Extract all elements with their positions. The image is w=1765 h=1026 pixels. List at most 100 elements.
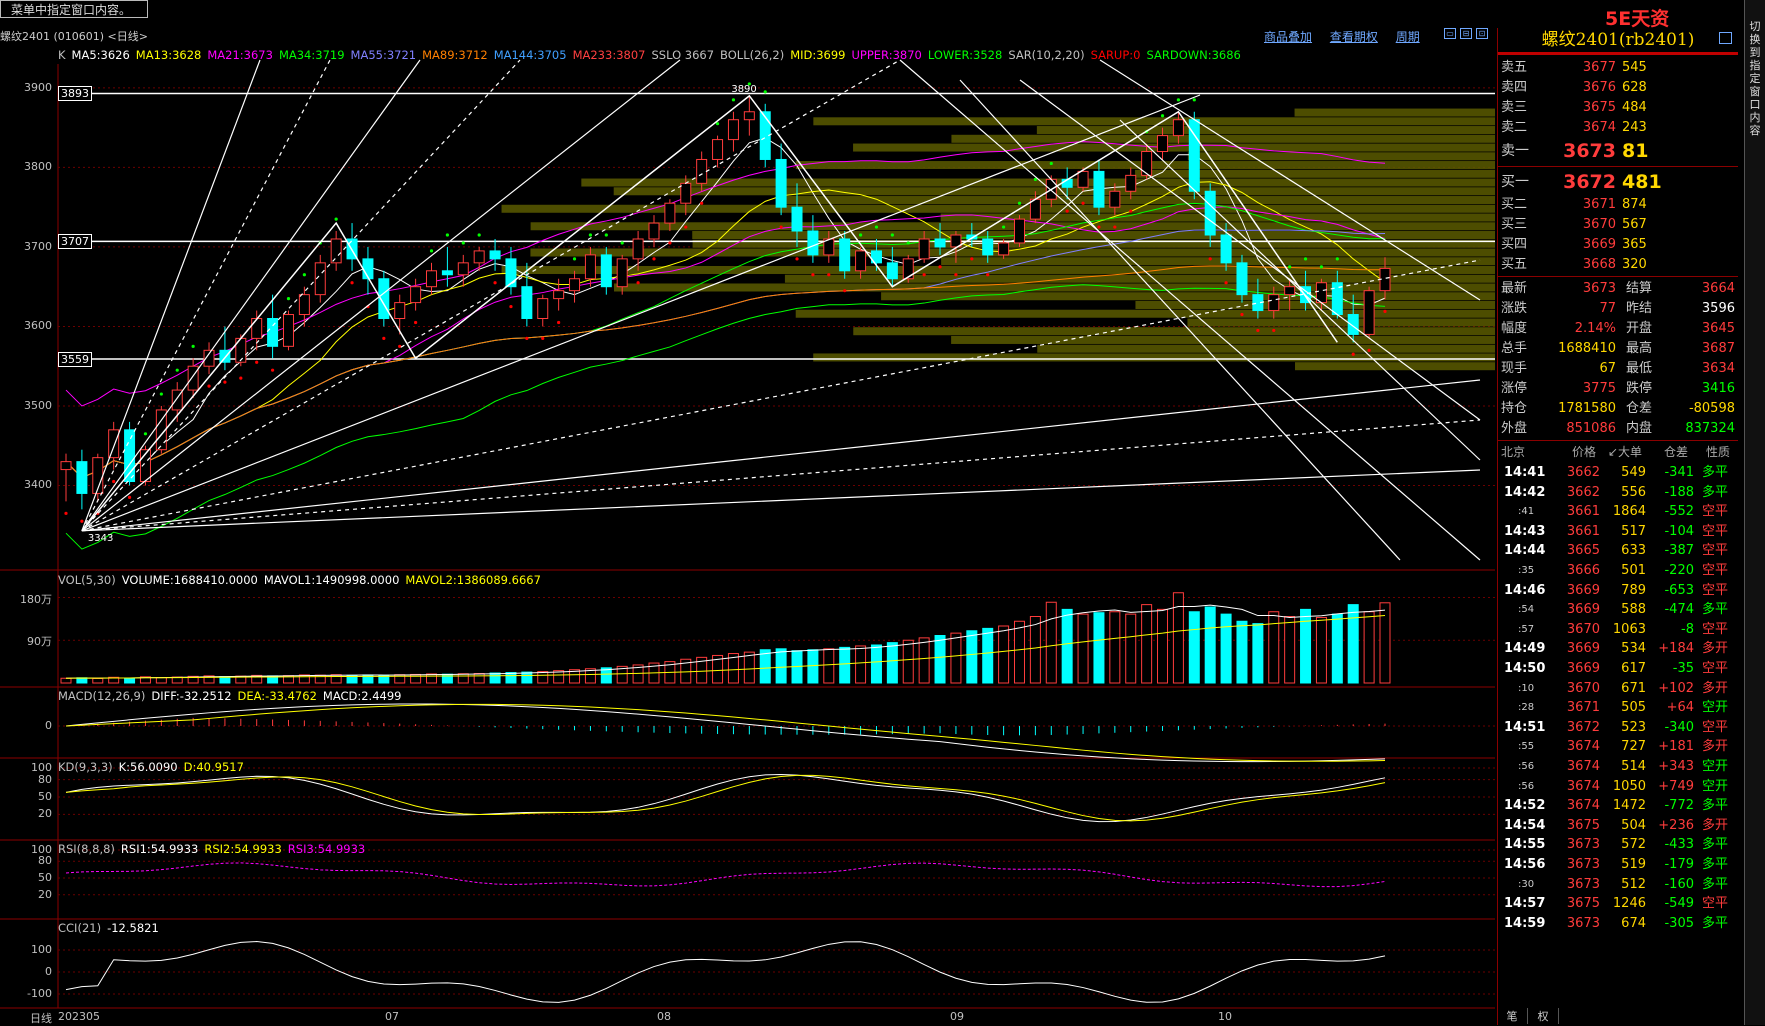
orderbook-row[interactable]: 卖五 3677 545 — [1498, 58, 1738, 78]
sar-dot — [302, 273, 306, 277]
orderbook-row[interactable]: 买三 3670 567 — [1498, 215, 1738, 235]
x-tick-label: 09 — [950, 1010, 964, 1023]
volume-bar — [1268, 611, 1280, 684]
fan-trendline — [81, 59, 681, 532]
volume-profile-bar — [813, 353, 1495, 362]
panel-toggle-icon[interactable] — [1719, 32, 1732, 44]
orderbook-row[interactable]: 卖一 3673 81 — [1498, 138, 1738, 164]
key-level-label: 3559 — [58, 352, 92, 368]
candle-body — [1141, 151, 1153, 176]
volume-bar — [1204, 606, 1216, 684]
sar-dot — [1272, 328, 1276, 333]
candle-body — [632, 238, 644, 260]
orderbook-label: 买二 — [1501, 197, 1528, 212]
volume-bar — [1045, 601, 1057, 684]
sar-dot — [1335, 257, 1339, 261]
y-tick-label: 80 — [38, 854, 52, 868]
sar-dot — [779, 225, 783, 229]
peak-label: 3343 — [88, 533, 113, 544]
orderbook-row[interactable]: 买二 3671 874 — [1498, 195, 1738, 215]
orderbook-row[interactable]: 卖三 3675 484 — [1498, 98, 1738, 118]
candle-body — [600, 254, 612, 288]
volume-bar — [1363, 611, 1375, 684]
stat-row: 总手 1688410 最高 3687 — [1498, 339, 1738, 359]
legend-item: SAR(10,2,20) — [1008, 48, 1085, 62]
orderbook-row[interactable]: 买五 3668 320 — [1498, 255, 1738, 275]
stat-row: 幅度 2.14% 开盘 3645 — [1498, 319, 1738, 339]
candle-body — [1077, 170, 1089, 188]
orderbook-volume: 243 — [1622, 120, 1647, 135]
volume-bar — [918, 637, 930, 684]
legend-item: K — [58, 48, 66, 62]
volume-bar — [807, 649, 819, 684]
sar-dot — [1129, 209, 1133, 213]
volume-bar — [457, 673, 469, 684]
volume-bar — [998, 625, 1010, 684]
rsi-line — [65, 862, 1386, 888]
sar-dot — [938, 265, 942, 269]
sar-dot — [795, 257, 799, 261]
orderbook-price: 3674 — [1582, 120, 1616, 135]
volume-profile-bar — [1187, 152, 1495, 161]
orderbook-row[interactable]: 卖二 3674 243 — [1498, 118, 1738, 138]
candle-body — [219, 349, 231, 363]
stat-label: 涨跌 — [1501, 301, 1528, 316]
legend-item: K:56.0090 — [118, 760, 178, 774]
sar-dot — [922, 273, 926, 277]
y-tick-label: 3900 — [24, 80, 52, 94]
sar-dot — [700, 201, 704, 205]
sar-dot — [572, 257, 577, 261]
candle-body — [1013, 218, 1025, 244]
trade-row[interactable]: 14:59 3673 674 -305 多平 — [1498, 913, 1738, 935]
sar-dot — [143, 432, 148, 436]
candle-body — [187, 365, 199, 391]
orderbook-price: 3672 — [1563, 171, 1616, 193]
volume-profile-bar — [1036, 126, 1495, 135]
candle-body — [934, 238, 946, 248]
stat-value: 3775 — [1582, 381, 1616, 396]
stat-label: 现手 — [1501, 361, 1528, 376]
orderbook-volume: 81 — [1622, 140, 1649, 162]
chart-area[interactable]: 螺纹2401 (010601) <日线> 商品叠加 查看期权 周期 ▭ ⊟ ⊡ … — [0, 0, 1495, 1025]
candle-body — [1093, 170, 1105, 208]
sar-dot — [461, 241, 465, 245]
volume-profile-bar — [501, 265, 1495, 274]
sar-dot — [207, 384, 211, 388]
sar-dot — [334, 217, 338, 221]
side-toolbar[interactable]: 切换到指定窗口内容 — [1744, 0, 1765, 1025]
y-tick-label: 50 — [38, 790, 52, 803]
volume-bar — [1284, 616, 1296, 684]
candle-body — [330, 238, 342, 264]
tab-rights[interactable]: 权 — [1528, 1008, 1559, 1024]
orderbook-row[interactable]: 卖四 3676 628 — [1498, 78, 1738, 98]
sar-dot — [1002, 225, 1006, 229]
book-divider — [1498, 276, 1738, 277]
orderbook-label: 卖五 — [1501, 60, 1528, 75]
fan-trendline — [81, 379, 1481, 532]
stat-label: 涨停 — [1501, 381, 1528, 396]
legend-item: DEA:-33.4762 — [237, 689, 317, 703]
sar-dot — [557, 320, 561, 325]
volume-legend: VOL(5,30) VOLUME:1688410.0000 MAVOL1:14909… — [58, 573, 547, 587]
candle-body — [743, 111, 755, 121]
fan-trendline — [81, 59, 521, 532]
orderbook-price: 3673 — [1563, 140, 1616, 162]
sar-dot — [1097, 225, 1101, 229]
orderbook-row[interactable]: 买四 3669 365 — [1498, 235, 1738, 255]
orderbook-row[interactable]: 买一 3672 481 — [1498, 169, 1738, 195]
volume-bar — [1061, 608, 1073, 684]
tab-tick[interactable]: 笔 — [1497, 1008, 1528, 1024]
rsi-legend: RSI(8,8,8) RSI1:54.9933 RSI2:54.9933 RSI3:5… — [58, 842, 371, 856]
fan-trendline — [81, 59, 421, 532]
candle-body — [791, 206, 803, 232]
legend-item: MA21:3673 — [207, 48, 273, 62]
candle-body — [537, 298, 549, 320]
volume-bar — [1029, 616, 1041, 684]
quote-title: 螺纹2401(rb2401) — [1541, 30, 1695, 50]
volume-bar — [823, 648, 835, 684]
volume-bar — [473, 673, 485, 684]
volume-bar — [1220, 613, 1232, 684]
candle-body — [1236, 262, 1248, 296]
stat-row: 外盘 851086 内盘 837324 — [1498, 419, 1738, 439]
stat-value: 3687 — [1701, 341, 1735, 356]
